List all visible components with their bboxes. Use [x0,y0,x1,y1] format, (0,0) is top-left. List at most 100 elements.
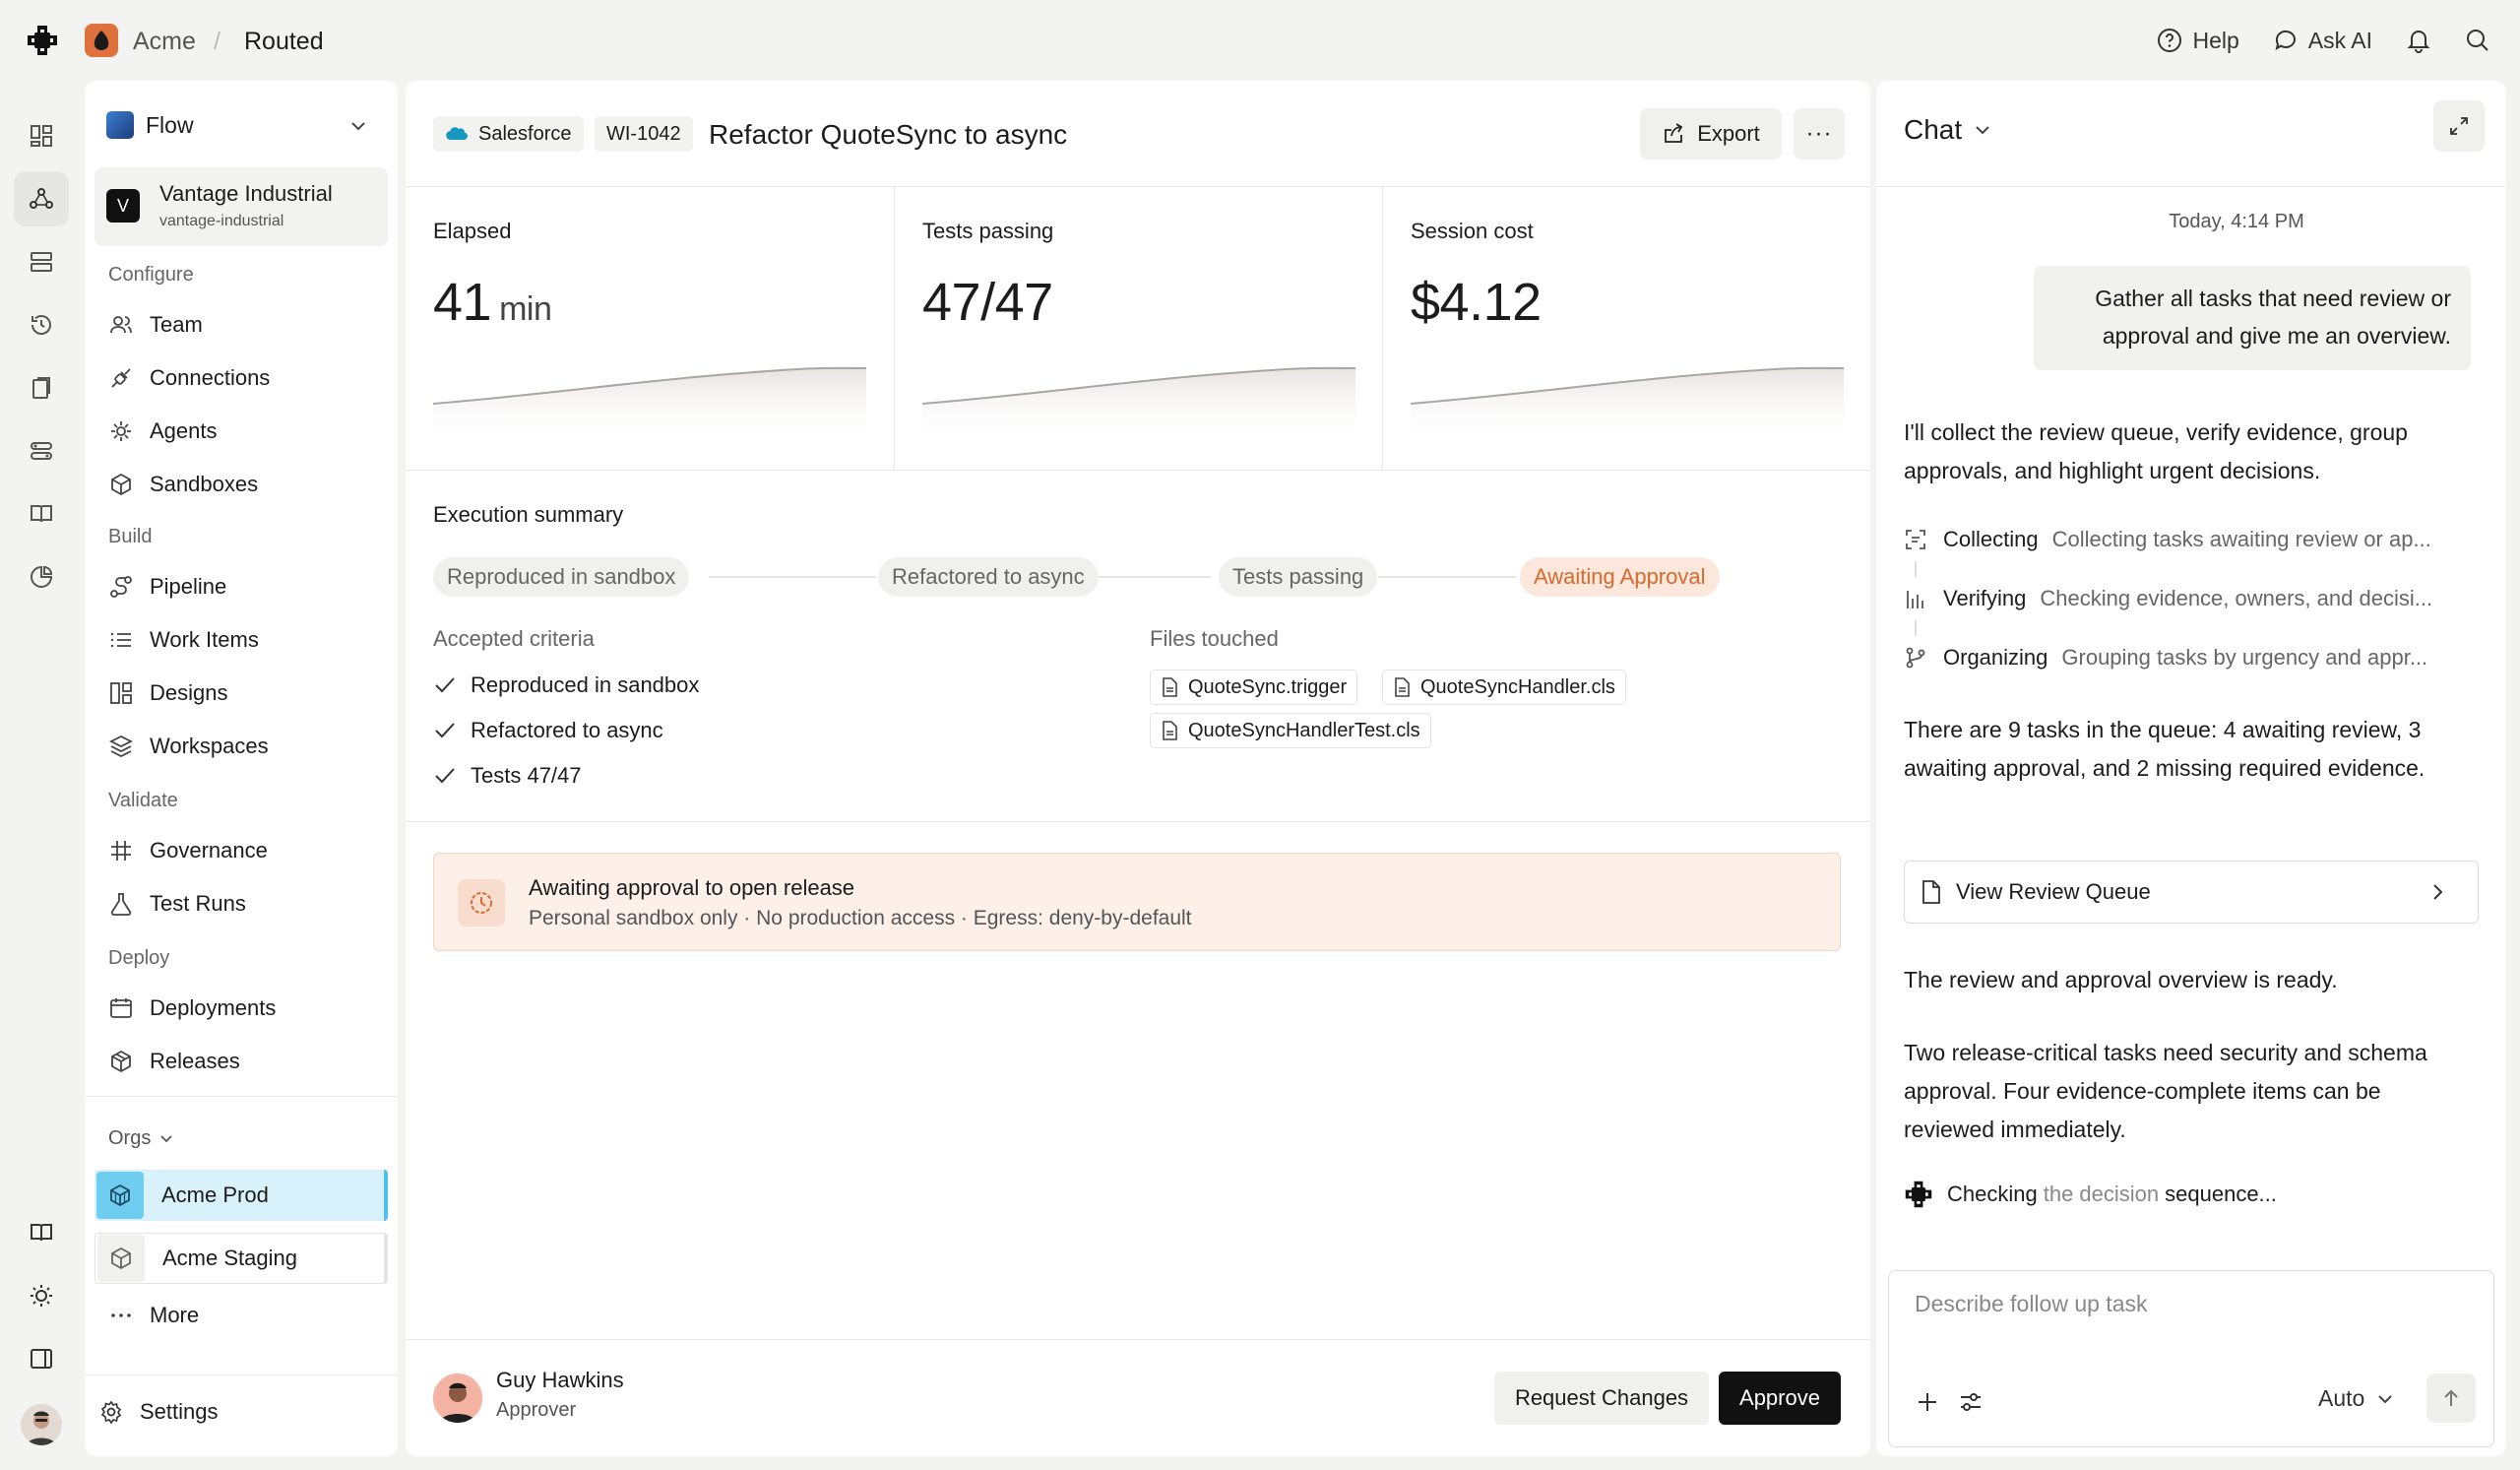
metrics-row: Elapsed 41 min Tests passing 47/47 Sessio… [406,187,1870,471]
org-label: Acme Staging [162,1246,297,1270]
sidebar-item-workspaces[interactable]: Workspaces [108,725,384,768]
sidebar-item-governance[interactable]: Governance [108,829,384,872]
help-button[interactable]: Help [2157,28,2239,54]
source-badge[interactable]: Salesforce [433,116,584,152]
flow-label: Flow [146,111,194,138]
rail-book-icon[interactable] [14,486,69,542]
plug-icon [108,365,134,391]
flow-selector[interactable]: Flow [106,100,382,150]
check-icon [435,768,455,784]
criteria-text: Tests 47/47 [471,763,582,788]
options-button[interactable] [1958,1389,1984,1415]
sidebar-item-deployments[interactable]: Deployments [108,987,384,1030]
notifications-button[interactable] [2406,28,2431,53]
files-heading: Files touched [1150,626,1279,651]
org-avatar-icon[interactable] [85,24,118,57]
expand-icon [2450,117,2468,135]
clock-icon [458,879,505,927]
expand-button[interactable] [2433,100,2485,152]
sidebar-item-test-runs[interactable]: Test Runs [108,882,384,926]
check-icon [435,723,455,738]
section-divider [406,821,1870,822]
rail-servers-icon[interactable] [14,234,69,289]
work-item-header: Salesforce WI-1042 Refactor QuoteSync to… [406,81,1870,187]
flask-icon [108,891,134,917]
file-name: QuoteSyncHandlerTest.cls [1188,719,1420,741]
ask-ai-button[interactable]: Ask AI [2273,28,2372,54]
sidebar-item-sandboxes[interactable]: Sandboxes [108,463,384,506]
step-badge: Refactored to async [878,557,1099,597]
metric-label: Tests passing [922,219,1054,243]
more-button[interactable]: More [108,1294,384,1337]
orgs-label: Orgs [108,1126,152,1149]
section-validate: Validate [108,790,178,811]
export-button[interactable]: Export [1640,108,1782,160]
rail-flow-icon[interactable] [14,171,69,226]
org-item-acme-prod[interactable]: Acme Prod [94,1170,388,1221]
search-button[interactable] [2465,28,2490,53]
approver-avatar [433,1374,482,1423]
follow-up-input[interactable] [1915,1291,2466,1317]
ticket-badge[interactable]: WI-1042 [595,116,693,152]
metric-label: Session cost [1411,219,1534,243]
rail-guide-icon[interactable] [14,1205,69,1260]
rail-history-icon[interactable] [14,297,69,352]
sidebar-item-work-items[interactable]: Work Items [108,618,384,662]
sidebar-item-label: Deployments [150,995,277,1020]
sidebar-item-designs[interactable]: Designs [108,671,384,715]
send-button[interactable] [2426,1374,2476,1423]
step-badge-current: Awaiting Approval [1520,557,1720,597]
check-icon [435,677,455,693]
org-item-acme-staging[interactable]: Acme Staging [94,1233,388,1284]
chat-composer: Auto [1888,1270,2494,1447]
rail-dashboard-icon[interactable] [14,108,69,163]
settings-button[interactable]: Settings [98,1390,374,1434]
mode-select[interactable]: Auto [2318,1385,2394,1412]
layers-icon [108,734,134,759]
request-changes-button[interactable]: Request Changes [1494,1372,1709,1425]
layout-icon [108,680,134,706]
ellipsis-icon [108,1303,134,1328]
sidebar-item-agents[interactable]: Agents [108,410,384,453]
rail-chart-icon[interactable] [14,549,69,605]
metric-value: $4.12 [1411,273,1542,332]
sidebar-item-releases[interactable]: Releases [108,1040,384,1083]
bars-icon [1904,587,1927,610]
orgs-toggle[interactable]: Orgs [108,1117,384,1160]
more-options-button[interactable]: ··· [1794,108,1845,160]
workspace-name: Vantage Industrial [159,181,333,206]
chat-title-dropdown[interactable]: Chat [1904,114,1991,146]
view-review-queue-button[interactable]: View Review Queue [1904,861,2479,924]
breadcrumb-separator: / [214,28,220,55]
file-name: QuoteSync.trigger [1188,675,1348,698]
rail-docs-icon[interactable] [14,360,69,415]
app-logo-icon[interactable] [26,24,59,57]
chat-header: Chat [1876,81,2506,187]
breadcrumb-org[interactable]: Acme [133,28,196,56]
thinking-status: Checking the decision sequence... [1904,1180,2277,1209]
sidebar-item-label: Test Runs [150,891,246,916]
chevron-down-icon [351,122,365,131]
sidebar-item-label: Designs [150,680,228,705]
sidebar-item-connections[interactable]: Connections [108,356,384,400]
tool-name: Collecting [1943,527,2039,551]
sidebar-item-team[interactable]: Team [108,303,384,347]
rail-theme-icon[interactable] [14,1268,69,1323]
approve-button[interactable]: Approve [1719,1372,1841,1425]
gear-icon [98,1399,124,1425]
add-attachment-button[interactable] [1915,1389,1940,1415]
metric-cost: Session cost $4.12 [1382,187,1870,471]
sidebar-item-pipeline[interactable]: Pipeline [108,565,384,608]
sparkline [433,366,866,443]
sidebar-nav: Flow V Vantage Industrial vantage-indust… [85,81,398,1456]
rail-panel-icon[interactable] [14,1331,69,1386]
file-chip[interactable]: QuoteSyncHandlerTest.cls [1150,713,1431,748]
file-chip[interactable]: QuoteSyncHandler.cls [1382,670,1626,705]
file-chip[interactable]: QuoteSync.trigger [1150,670,1358,705]
workspace-card[interactable]: V Vantage Industrial vantage-industrial [94,167,388,246]
nav-divider [85,1096,398,1097]
user-avatar[interactable] [21,1404,62,1445]
approval-alert: Awaiting approval to open release Person… [433,853,1841,951]
arrow-up-icon [2444,1389,2458,1406]
rail-settings-toggles-icon[interactable] [14,423,69,479]
